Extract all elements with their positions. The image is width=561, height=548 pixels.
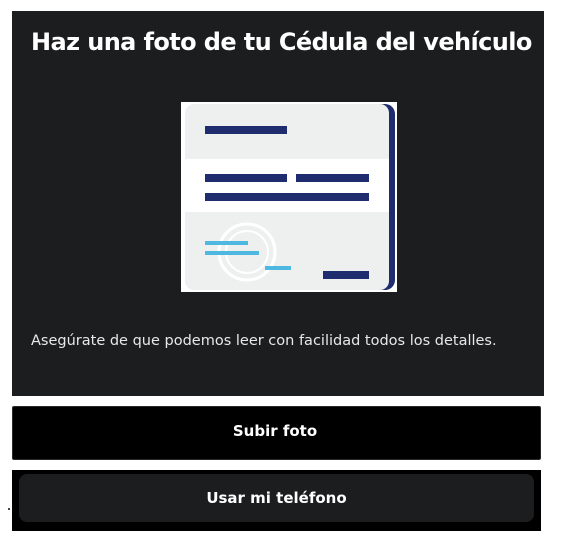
document-accent-line-2: [205, 251, 259, 255]
instruction-text: Asegúrate de que podemos leer con facili…: [31, 333, 497, 349]
upload-button-container: Subir foto: [12, 406, 541, 460]
page: Haz una foto de tu Cédula del vehículo A…: [0, 0, 561, 548]
upload-photo-button[interactable]: Subir foto: [13, 407, 537, 455]
document-accent-line-3: [265, 266, 291, 270]
document-accent-line-1: [205, 241, 248, 245]
vehicle-registration-card-icon: [181, 102, 397, 292]
document-line-1b: [296, 174, 369, 182]
page-title: Haz una foto de tu Cédula del vehículo: [31, 28, 532, 56]
document-footer-line: [323, 271, 369, 279]
stray-dot: [8, 508, 10, 510]
document-line-1a: [205, 174, 287, 182]
document-middle-band: [185, 159, 389, 212]
document-line-2: [205, 193, 369, 201]
document-header-line: [205, 126, 287, 134]
instruction-card: Haz una foto de tu Cédula del vehículo A…: [12, 11, 544, 396]
phone-button-container: Usar mi teléfono: [12, 470, 541, 531]
use-phone-button[interactable]: Usar mi teléfono: [19, 474, 534, 522]
